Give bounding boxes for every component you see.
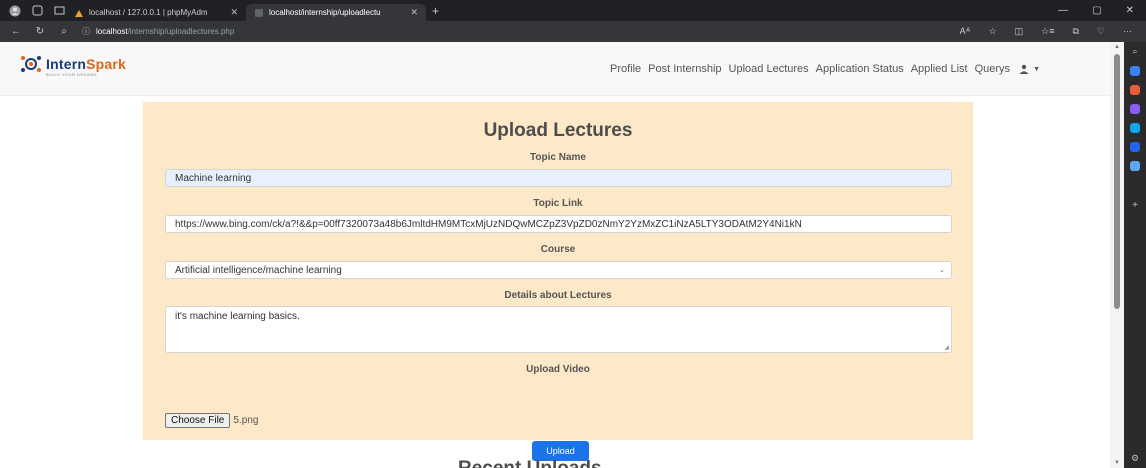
course-label: Course: [540, 244, 576, 255]
tools-icon[interactable]: [1130, 85, 1140, 95]
page-title: Upload Lectures: [483, 120, 633, 141]
games-icon[interactable]: [1130, 104, 1140, 114]
collections-icon[interactable]: ⧉: [1072, 26, 1078, 37]
nav-link-application-status[interactable]: Application Status: [816, 63, 904, 75]
scrollbar-thumb[interactable]: [1114, 54, 1120, 309]
details-text: it's machine learning basics.: [175, 311, 300, 322]
user-icon: [1019, 64, 1029, 74]
nav-link-querys[interactable]: Querys: [975, 63, 1010, 75]
scroll-down-icon[interactable]: ▼: [1114, 460, 1120, 466]
sidebar-settings-icon[interactable]: ⚙: [1131, 453, 1139, 464]
user-menu[interactable]: ▼: [1019, 63, 1040, 75]
tab-label: localhost / 127.0.0.1 | phpMyAdm: [89, 8, 208, 17]
chevron-down-icon: ⌄: [939, 267, 945, 274]
site-navbar: InternSpark BUILD YOUR DREAMS Profile Po…: [0, 42, 1110, 96]
page-favicon-icon: [255, 8, 263, 17]
back-arrow-icon[interactable]: ←: [8, 26, 24, 37]
restore-icon[interactable]: ▢: [1092, 5, 1101, 16]
recent-uploads-heading: Recent Uploads: [458, 458, 602, 468]
tab-phpmyadmin[interactable]: localhost / 127.0.0.1 | phpMyAdm ✕: [66, 4, 246, 21]
tab-upload-lectures[interactable]: localhost/internship/uploadlectu ✕: [246, 4, 426, 21]
workspaces-icon[interactable]: [30, 4, 44, 18]
favorite-star-icon[interactable]: ☆: [989, 26, 997, 37]
choose-file-button[interactable]: Choose File: [165, 413, 231, 428]
url-path: /internship/uploadlectures.php: [127, 27, 235, 36]
refresh-icon[interactable]: ↻: [32, 26, 48, 37]
favorites-icon[interactable]: ☆≡: [1041, 26, 1054, 37]
browser-sidebar: ⌕ + ⚙: [1124, 42, 1146, 468]
nav-link-upload-lectures[interactable]: Upload Lectures: [729, 63, 809, 75]
read-aloud-icon[interactable]: Aᐞ: [960, 26, 971, 37]
site-info-icon[interactable]: ⓘ: [82, 26, 90, 37]
browser-tab-bar: localhost / 127.0.0.1 | phpMyAdm ✕ local…: [0, 0, 1146, 21]
search-icon[interactable]: ⌕: [56, 26, 72, 37]
nav-link-profile[interactable]: Profile: [610, 63, 641, 75]
window-close-icon[interactable]: ✕: [1126, 5, 1134, 16]
site-logo[interactable]: InternSpark BUILD YOUR DREAMS: [20, 54, 127, 77]
url-field[interactable]: ⓘ localhost/internship/uploadlectures.ph…: [82, 26, 234, 37]
tab-label: localhost/internship/uploadlectu: [269, 8, 381, 17]
url-host: localhost: [96, 27, 128, 36]
caret-down-icon: ▼: [1033, 65, 1040, 73]
phpmyadmin-favicon-icon: [75, 9, 83, 17]
minimize-icon[interactable]: —: [1058, 5, 1068, 16]
logo-mark-icon: [20, 54, 42, 74]
copilot-icon[interactable]: ♡: [1097, 26, 1105, 37]
shopping-icon[interactable]: [1130, 66, 1140, 76]
details-label: Details about Lectures: [504, 290, 612, 301]
new-tab-icon[interactable]: +: [432, 4, 439, 18]
upload-lectures-card: Upload Lectures Topic Name Machine learn…: [143, 102, 973, 461]
outlook-icon[interactable]: [1130, 142, 1140, 152]
topic-name-label: Topic Name: [530, 152, 586, 163]
close-icon[interactable]: ✕: [230, 7, 238, 18]
logo-text: InternSpark: [46, 56, 127, 72]
file-input: Choose File 5.png: [165, 413, 258, 428]
scroll-up-icon[interactable]: ▲: [1114, 44, 1120, 50]
page-scrollbar[interactable]: ▲ ▼: [1110, 42, 1124, 468]
web-page: InternSpark BUILD YOUR DREAMS Profile Po…: [0, 42, 1110, 468]
send-icon[interactable]: [1130, 161, 1140, 171]
resize-handle-icon[interactable]: ◢: [944, 344, 949, 351]
browser-address-bar: ← ↻ ⌕ ⓘ localhost/internship/uploadlectu…: [0, 21, 1146, 42]
details-textarea[interactable]: it's machine learning basics. ◢: [165, 306, 952, 353]
more-options-icon[interactable]: ···: [1123, 26, 1132, 37]
nav-links: Profile Post Internship Upload Lectures …: [610, 63, 1040, 75]
logo-tagline: BUILD YOUR DREAMS: [46, 72, 98, 77]
profile-avatar-icon[interactable]: [8, 4, 22, 18]
add-sidebar-app-icon[interactable]: +: [1132, 200, 1138, 211]
office-icon[interactable]: [1130, 123, 1140, 133]
course-select[interactable]: Artificial intelligence/machine learning…: [165, 261, 952, 279]
window-controls: — ▢ ✕: [1058, 5, 1146, 16]
upload-video-label: Upload Video: [526, 364, 590, 375]
tab-actions-icon[interactable]: [52, 4, 66, 18]
toolbar-actions: Aᐞ ☆ ◫ ☆≡ ⧉ ♡ ···: [960, 26, 1146, 37]
topic-link-label: Topic Link: [533, 198, 583, 209]
close-icon[interactable]: ✕: [410, 7, 418, 18]
selected-file-name: 5.png: [233, 415, 259, 426]
topic-name-input[interactable]: Machine learning: [165, 169, 952, 187]
split-screen-icon[interactable]: ◫: [1015, 26, 1024, 37]
sidebar-search-icon[interactable]: ⌕: [1132, 46, 1137, 57]
topic-link-input[interactable]: https://www.bing.com/ck/a?!&&p=00ff73200…: [165, 215, 952, 233]
nav-link-post-internship[interactable]: Post Internship: [648, 63, 721, 75]
nav-link-applied-list[interactable]: Applied List: [911, 63, 968, 75]
course-selected-value: Artificial intelligence/machine learning: [175, 264, 342, 276]
